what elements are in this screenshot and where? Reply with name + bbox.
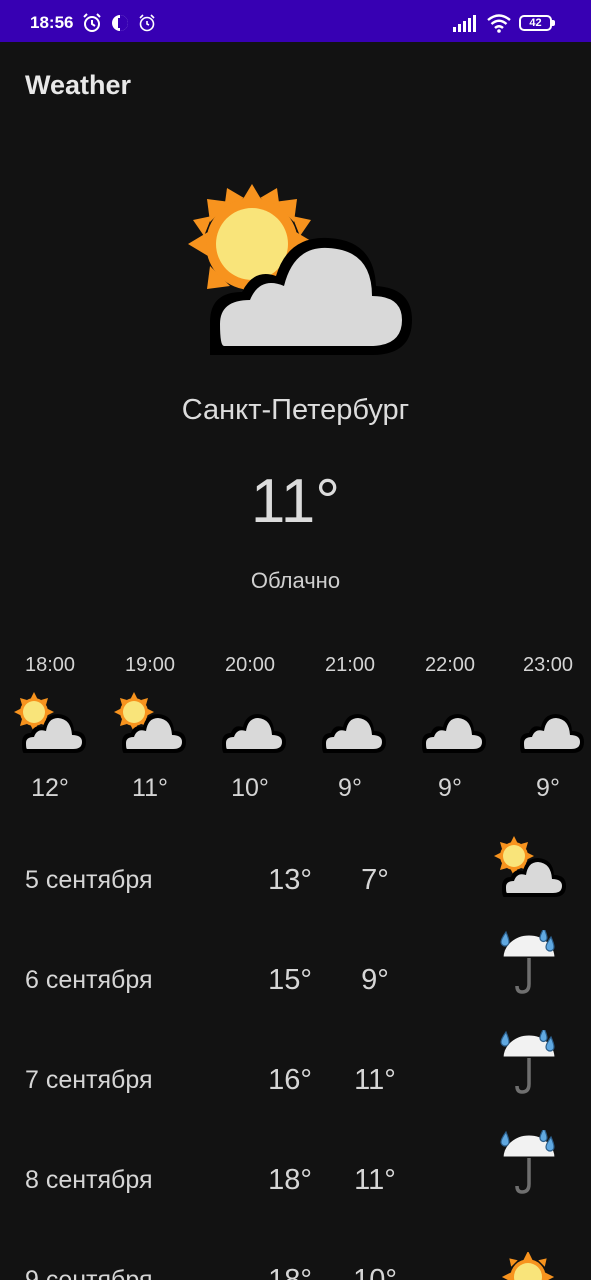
- hourly-forecast[interactable]: 18:00 12° 19:00 11° 20:00 10° 21:00 9° 2…: [0, 652, 591, 812]
- hourly-item: 18:00 12°: [0, 652, 100, 812]
- umbrella-rain-icon: [500, 930, 558, 994]
- umbrella-rain-icon: [500, 1130, 558, 1194]
- app-title: Weather: [25, 70, 132, 100]
- day-min-temp: 7°: [361, 864, 389, 896]
- hour-time: 18:00: [24, 654, 76, 676]
- hourly-item: 19:00 11°: [100, 652, 200, 812]
- day-min-temp: 10°: [353, 1264, 397, 1280]
- day-min-temp: 9°: [361, 964, 389, 996]
- sun-behind-cloud-icon: [14, 692, 86, 753]
- city-name: Санкт-Петербург: [181, 394, 410, 426]
- hour-temp: 10°: [231, 774, 269, 802]
- hour-time: 22:00: [424, 654, 476, 676]
- hour-temp: 12°: [31, 774, 69, 802]
- current-temperature: 11°: [250, 467, 341, 536]
- battery-level: 42: [529, 17, 542, 29]
- day-date: 9 сентября: [25, 1266, 153, 1280]
- signal-icon: [453, 15, 476, 32]
- wifi-icon: [487, 14, 511, 33]
- alarm-clock-icon: [139, 14, 155, 32]
- battery-icon: 42: [519, 15, 555, 31]
- current-weather-icon: [188, 184, 412, 355]
- daily-row: 9 сентября 18° 10°: [0, 1252, 591, 1280]
- hour-temp: 11°: [132, 774, 168, 802]
- daily-row: 8 сентября 18° 11°: [0, 1130, 591, 1252]
- hour-time: 19:00: [124, 654, 176, 676]
- status-bar: 18:56 42: [0, 0, 591, 42]
- alarm-icon: [83, 13, 101, 32]
- hourly-item: 23:00 9°: [498, 652, 591, 812]
- day-date: 5 сентября: [25, 866, 153, 894]
- day-date: 8 сентября: [25, 1166, 153, 1194]
- day-min-temp: 11°: [354, 1064, 396, 1096]
- hour-temp: 9°: [438, 774, 462, 802]
- moon-behind-cloud-icon: [216, 694, 286, 753]
- day-min-temp: 11°: [354, 1164, 396, 1196]
- sun-behind-cloud-icon: [494, 836, 566, 897]
- hour-temp: 9°: [536, 774, 560, 802]
- moon-behind-cloud-icon: [316, 694, 386, 753]
- data-saver-icon: [112, 15, 128, 31]
- status-time: 18:56: [30, 13, 74, 32]
- hour-time: 21:00: [324, 654, 376, 676]
- hour-temp: 9°: [338, 774, 362, 802]
- hour-time: 23:00: [522, 654, 574, 676]
- weather-condition: Облачно: [250, 568, 341, 593]
- day-date: 7 сентября: [25, 1066, 153, 1094]
- moon-behind-cloud-icon: [416, 694, 486, 753]
- hourly-item: 20:00 10°: [200, 652, 300, 812]
- hourly-item: 21:00 9°: [300, 652, 400, 812]
- hourly-item: 22:00 9°: [400, 652, 500, 812]
- sun-behind-cloud-icon: [114, 692, 186, 753]
- umbrella-rain-icon: [500, 1030, 558, 1094]
- sun-icon: [501, 1252, 555, 1280]
- hour-time: 20:00: [224, 654, 276, 676]
- sun-behind-cloud-icon: [188, 184, 412, 355]
- day-date: 6 сентября: [25, 966, 153, 994]
- moon-behind-cloud-icon: [514, 694, 584, 753]
